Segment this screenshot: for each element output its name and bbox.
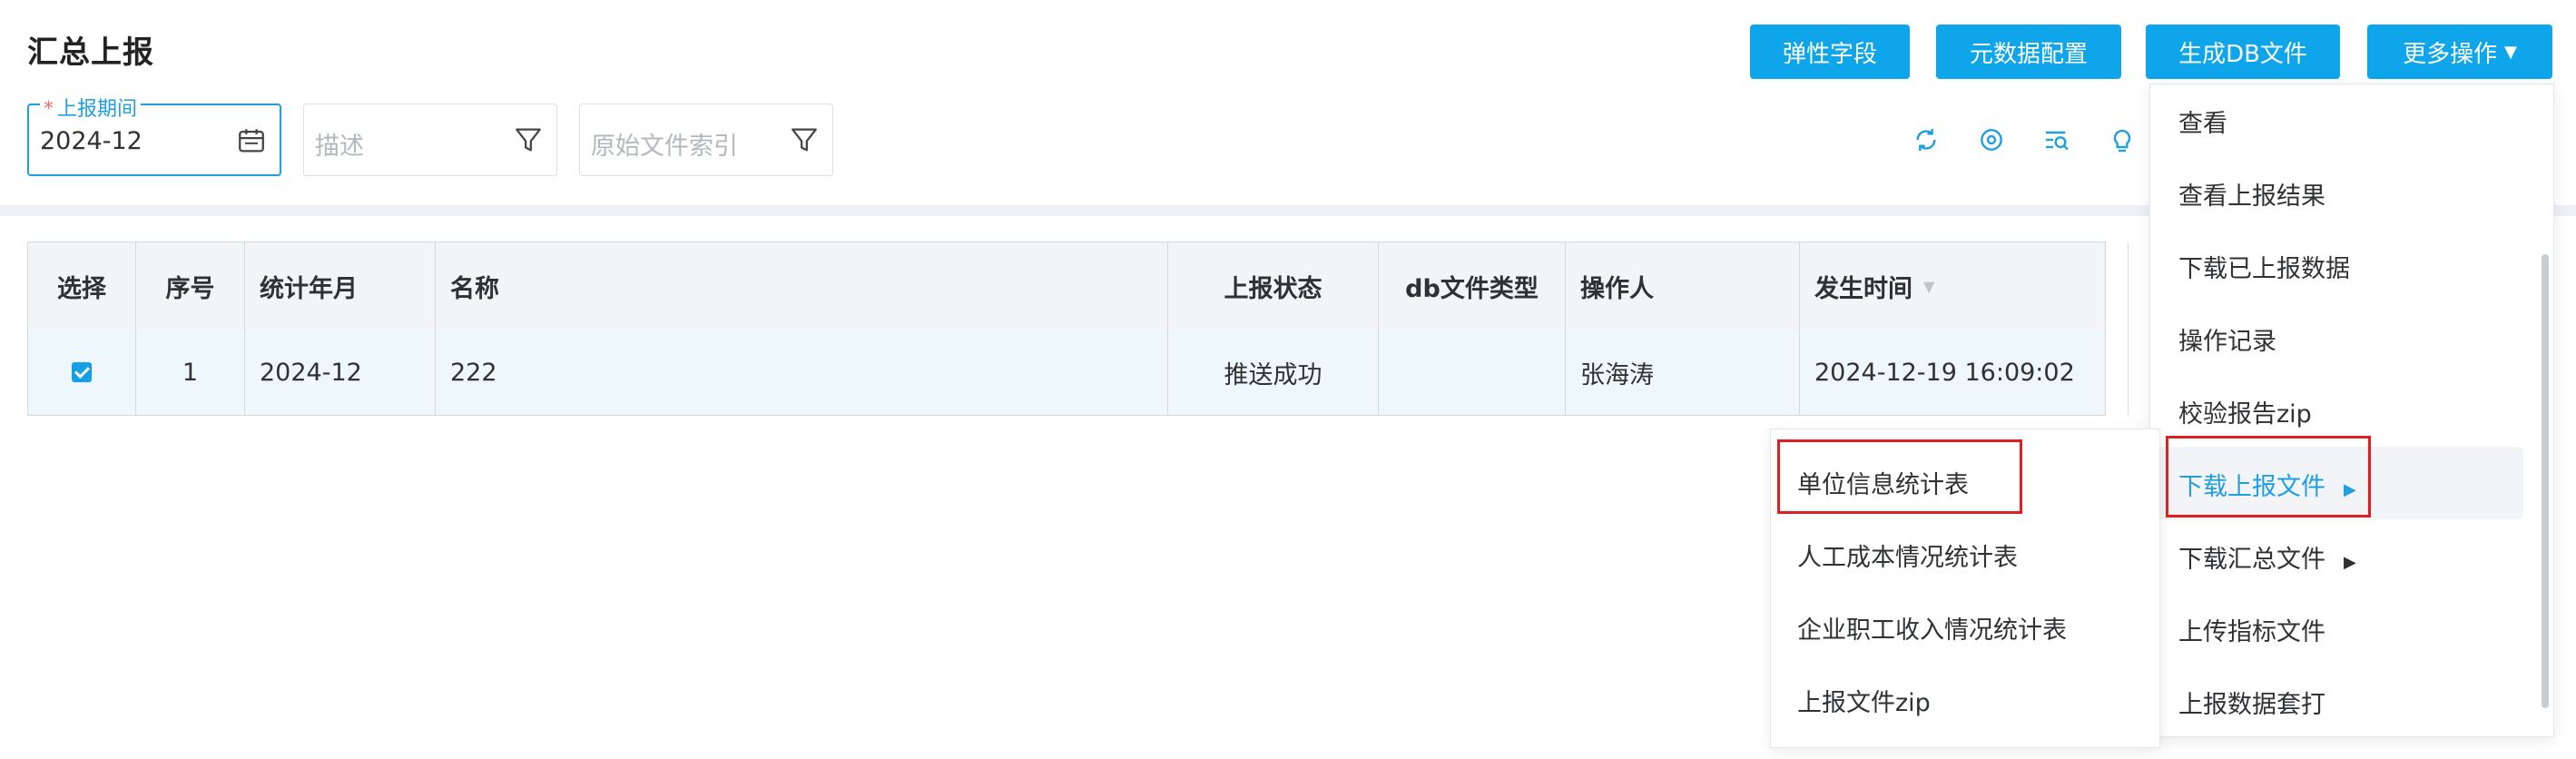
menu-item-view-result[interactable]: 查看上报结果: [2178, 176, 2325, 212]
filter-icon[interactable]: [789, 124, 820, 155]
menu-item-download-summary-file[interactable]: 下载汇总文件 ▶: [2178, 539, 2356, 575]
metadata-config-label: 元数据配置: [1969, 40, 2088, 68]
row-time: 2024-12-19 16:09:02: [1800, 330, 2129, 415]
caret-down-icon: ▼: [2504, 42, 2517, 62]
page-title: 汇总上报: [27, 34, 154, 71]
menu-item-upload-indicator[interactable]: 上传指标文件: [2178, 612, 2325, 647]
checkbox-checked-icon[interactable]: [72, 362, 92, 382]
row-db-type: [1379, 330, 1566, 415]
header-select: 选择: [28, 242, 136, 330]
sort-down-icon[interactable]: ▼: [1923, 278, 1934, 295]
flex-fields-button[interactable]: 弹性字段: [1750, 25, 1910, 79]
search-list-icon[interactable]: [2042, 125, 2071, 154]
refresh-icon[interactable]: [1912, 125, 1941, 154]
row-status: 推送成功: [1168, 330, 1379, 415]
row-operator: 张海涛: [1566, 330, 1800, 415]
row-index: 1: [136, 330, 245, 415]
flex-fields-label: 弹性字段: [1782, 40, 1877, 68]
row-select-cell[interactable]: [28, 330, 136, 415]
menu-scrollbar[interactable]: [2542, 254, 2549, 708]
menu-item-view[interactable]: 查看: [2178, 104, 2227, 139]
menu-item-print-report[interactable]: 上报数据套打: [2178, 685, 2325, 720]
lightbulb-icon[interactable]: [2108, 125, 2137, 154]
report-table: 选择 序号 统计年月 名称 上报状态 db文件类型 操作人 发生时间 ▼ 1 20…: [27, 242, 2129, 416]
metadata-config-button[interactable]: 元数据配置: [1936, 25, 2121, 79]
more-actions-button[interactable]: 更多操作 ▼: [2367, 25, 2552, 79]
description-field[interactable]: 描述: [303, 104, 557, 176]
header-year-month: 统计年月: [245, 242, 436, 330]
description-placeholder: 描述: [315, 133, 364, 161]
generate-db-button[interactable]: 生成DB文件: [2146, 25, 2340, 79]
more-actions-label: 更多操作: [2403, 40, 2498, 68]
settings-icon[interactable]: [1977, 125, 2006, 154]
filter-icon[interactable]: [513, 124, 544, 155]
header-status: 上报状态: [1168, 242, 1379, 330]
menu-item-operation-log[interactable]: 操作记录: [2178, 321, 2276, 357]
period-field[interactable]: * 上报期间 2024-12: [27, 93, 281, 176]
header-time[interactable]: 发生时间 ▼: [1800, 242, 2129, 330]
generate-db-label: 生成DB文件: [2178, 40, 2307, 68]
file-index-field[interactable]: 原始文件索引: [579, 104, 833, 176]
submenu-arrow-icon: ▶: [2344, 553, 2356, 572]
annotation-box: [1777, 439, 2022, 514]
period-value: 2024-12: [40, 127, 143, 155]
header-db-type: db文件类型: [1379, 242, 1566, 330]
calendar-icon[interactable]: [236, 125, 267, 156]
annotation-box: [2166, 436, 2371, 518]
table-header: 选择 序号 统计年月 名称 上报状态 db文件类型 操作人 发生时间 ▼: [28, 242, 2129, 330]
file-index-placeholder: 原始文件索引: [591, 133, 738, 161]
period-label: * 上报期间: [40, 93, 142, 122]
header-name: 名称: [436, 242, 1168, 330]
submenu-item-report-zip[interactable]: 上报文件zip: [1797, 683, 1931, 718]
header-index: 序号: [136, 242, 245, 330]
menu-item-validation-zip[interactable]: 校验报告zip: [2178, 394, 2312, 429]
row-name: 222: [436, 330, 1168, 415]
submenu-item-labor-cost[interactable]: 人工成本情况统计表: [1797, 537, 2018, 573]
row-year-month: 2024-12: [245, 330, 436, 415]
table-row[interactable]: 1 2024-12 222 推送成功 张海涛 2024-12-19 16:09:…: [28, 330, 2129, 415]
header-operator: 操作人: [1566, 242, 1800, 330]
submenu-item-employee-income[interactable]: 企业职工收入情况统计表: [1797, 610, 2067, 646]
menu-item-download-reported-data[interactable]: 下载已上报数据: [2178, 249, 2350, 284]
